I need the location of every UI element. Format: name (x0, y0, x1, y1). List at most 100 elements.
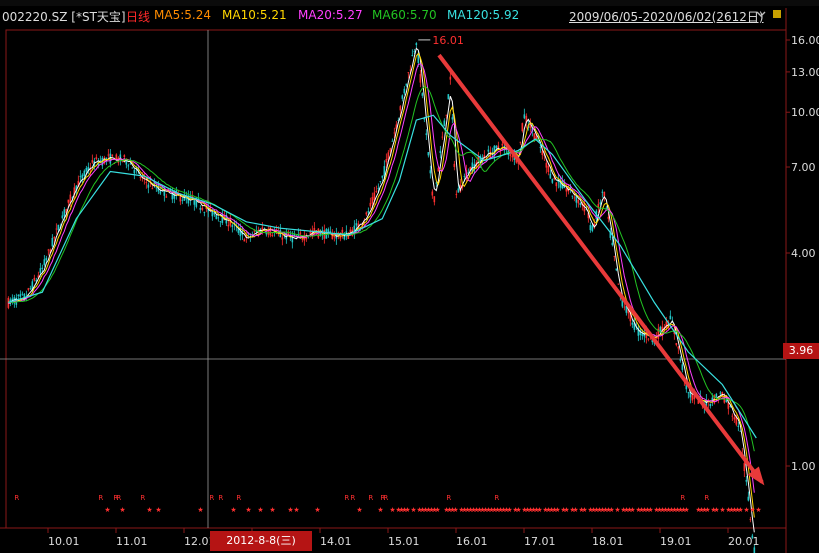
x-tick-label: 14.01 (320, 535, 352, 548)
signal-r: R (350, 494, 355, 502)
signal-star: ★ (104, 506, 110, 514)
candle-body (131, 167, 134, 169)
candle-body (47, 249, 50, 251)
signal-r: R (704, 494, 709, 502)
candle-body (539, 147, 542, 148)
candle-body (745, 480, 748, 482)
ma10-line (8, 52, 755, 518)
candle-body (53, 236, 56, 239)
candle-body (677, 346, 680, 349)
signal-star: ★ (230, 506, 236, 514)
candle-body (33, 277, 36, 281)
y-tick-label: 10.00 (791, 106, 819, 119)
signal-r: R (368, 494, 373, 502)
candle-body (411, 54, 414, 57)
x-tick-label: 11.01 (116, 535, 148, 548)
candle-body (17, 294, 20, 297)
candle-body (679, 359, 682, 361)
candle-body (19, 294, 22, 297)
stock-code-name[interactable]: 002220.SZ [*ST天宝] (2, 8, 126, 25)
ma10-label: MA10:5.21 (222, 8, 287, 22)
candle-body (299, 232, 302, 235)
signal-star: ★ (683, 506, 689, 514)
candle-body (429, 170, 432, 174)
ma20-line (8, 63, 755, 493)
x-tick-label: 16.01 (456, 535, 488, 548)
signal-star: ★ (257, 506, 263, 514)
candle-body (617, 283, 620, 285)
chevron-down-icon[interactable] (756, 9, 766, 19)
candle-body (547, 165, 550, 173)
candle-body (647, 338, 650, 340)
candle-body (421, 93, 424, 96)
series-layer (7, 42, 757, 553)
candle-body (403, 88, 406, 94)
candle-body (151, 188, 154, 190)
candle-body (731, 415, 734, 417)
candle-body (329, 231, 332, 233)
candle-body (333, 235, 336, 238)
current-price-tag: 3.96 (783, 343, 819, 359)
ma20-label: MA20:5.27 (298, 8, 363, 22)
candle-body (533, 133, 536, 140)
signal-star: ★ (314, 506, 320, 514)
y-tick-label: 1.00 (791, 460, 816, 473)
lock-icon[interactable] (773, 10, 781, 18)
candle-body (385, 158, 388, 163)
candle-body (749, 518, 752, 520)
signal-r: R (98, 494, 103, 502)
candle-body (201, 207, 204, 210)
x-tick-label: 15.01 (388, 535, 420, 548)
signal-r: R (140, 494, 145, 502)
candle-body (45, 257, 48, 261)
x-tick-label: 10.01 (48, 535, 80, 548)
candle-body (681, 364, 684, 370)
candle-body (215, 214, 218, 219)
signal-star: ★ (197, 506, 203, 514)
candle-body (145, 182, 148, 183)
y-tick-label: 7.00 (791, 161, 816, 174)
candle-body (413, 51, 416, 53)
candle-body (571, 195, 574, 197)
annotations: 16.010.52 (418, 34, 765, 486)
candle-body (123, 155, 126, 157)
candle-body (709, 403, 712, 407)
signal-r: R (494, 494, 499, 502)
signal-r: R (236, 494, 241, 502)
candle-body (573, 197, 576, 199)
candle-body (243, 239, 246, 242)
candle-body (555, 182, 558, 187)
candle-body (61, 215, 64, 219)
candle-body (431, 191, 434, 196)
date-range-label[interactable]: 2009/06/05-2020/06/02(2612日) (569, 8, 764, 25)
candle-body (427, 152, 430, 156)
signal-r: R (680, 494, 685, 502)
trend-arrow-shaft (437, 53, 764, 484)
period-label[interactable]: 日线 (126, 8, 150, 25)
candle-body (733, 417, 736, 420)
candle-body (99, 160, 102, 162)
candle-body (41, 267, 44, 270)
candle-body (127, 165, 130, 167)
plot-frame (5, 29, 787, 529)
candle-body (591, 225, 594, 232)
candle-body (737, 425, 740, 427)
candle-body (445, 114, 448, 116)
candle-body (439, 150, 442, 153)
candle-body (21, 293, 24, 295)
candle-body (495, 145, 498, 149)
candle-body (203, 212, 206, 213)
signal-r: R (344, 494, 349, 502)
candle-body (165, 196, 168, 198)
signal-star: ★ (146, 506, 152, 514)
candle-body (391, 140, 394, 142)
candle-body (147, 184, 150, 188)
kline-chart[interactable]: R R★RR★R★ ★ ★R R★R★ ★ ★ ★ ★ ★R R★R★RR★ ★★★★ ★ ★★★★★★★… (0, 0, 819, 553)
candle-body (253, 230, 256, 232)
candle-body (227, 224, 230, 227)
candle-body (381, 175, 384, 178)
candle-body (91, 160, 94, 163)
candle-body (115, 154, 118, 159)
candle-body (603, 191, 606, 197)
candle-body (181, 199, 184, 201)
